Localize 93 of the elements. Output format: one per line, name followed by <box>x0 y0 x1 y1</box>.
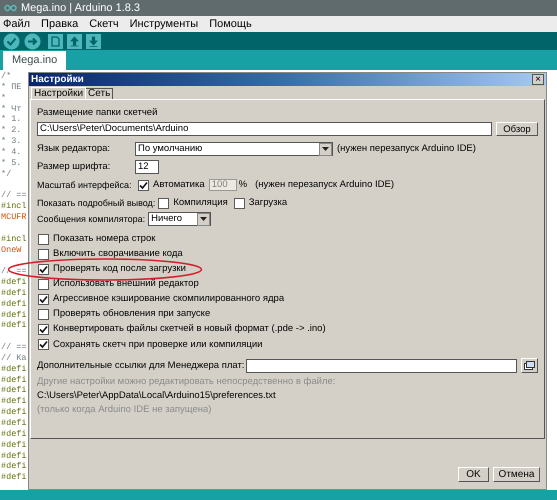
code-line: // == <box>1 190 27 202</box>
checkbox-label: Использовать внешний редактор <box>53 277 199 292</box>
code-line: #defi <box>1 396 27 408</box>
code-line: #defi <box>1 450 27 462</box>
menu-item[interactable]: Помощь <box>209 16 252 32</box>
code-line: #defi <box>1 364 27 375</box>
code-line: */ <box>1 168 12 180</box>
hint-text: Другие настройки можно редактировать непосредственно в файле: <box>37 376 336 388</box>
field-label: Дополнительные ссылки для Менеджера плат: <box>37 358 244 373</box>
menu-item[interactable]: Инструменты <box>130 16 198 32</box>
verify-icon[interactable] <box>3 32 20 50</box>
code-line: #defi <box>1 320 27 332</box>
code-line: * 5. <box>1 158 22 169</box>
code-line: #defi <box>1 428 27 440</box>
checkbox-label: Агрессивное кэширование скомпилированного ядра <box>53 292 284 306</box>
checkbox-label: Сохранять скетч при проверке или компиляции <box>53 338 262 352</box>
code-line: #defi <box>1 288 27 299</box>
checkbox[interactable] <box>234 198 245 209</box>
checkbox-label: Конвертировать файлы скетчей в новый формат (.pde -> .ino) <box>53 322 326 336</box>
browse-button[interactable]: Обзор <box>496 122 538 136</box>
code-line: * ПЕ <box>1 82 22 93</box>
checkbox-label: Автоматика <box>153 178 205 192</box>
dialog-tab[interactable]: Сеть <box>86 88 114 99</box>
warnings-dropdown[interactable]: Ничего <box>148 212 212 226</box>
code-line: #defi <box>1 461 27 472</box>
close-button[interactable]: × <box>532 74 544 85</box>
save-icon[interactable] <box>86 34 101 48</box>
upload-icon[interactable] <box>24 32 41 50</box>
restart-note: (нужен перезапуск Arduino IDE) <box>337 142 476 156</box>
edit-list-button[interactable] <box>521 358 538 374</box>
field-label: Размер шрифта: <box>37 160 112 174</box>
code-line: #defi <box>1 277 27 288</box>
checkbox[interactable] <box>38 294 49 305</box>
window-title: Mega.ino | Arduino 1.8.3 <box>21 0 140 16</box>
field-label: Показать подробный вывод: <box>37 196 156 210</box>
field-label: Масштаб интерфейса: <box>37 178 132 192</box>
code-line: * <box>1 92 6 104</box>
checkbox[interactable] <box>38 248 49 260</box>
checkbox[interactable] <box>38 324 49 336</box>
code-line: * 2. <box>1 125 22 136</box>
checkbox-label: Загрузка <box>248 196 288 210</box>
checkbox[interactable] <box>38 308 49 320</box>
checkbox-label: Компиляция <box>173 196 228 210</box>
dialog-title: Настройки <box>31 73 84 87</box>
dialog-button[interactable]: OK <box>458 467 489 482</box>
checkbox[interactable] <box>38 234 49 244</box>
hint-text: (только когда Arduino IDE не запущена) <box>37 404 212 416</box>
code-line: #defi <box>1 374 27 386</box>
restart-note: (нужен перезапуск Arduino IDE) <box>255 178 394 192</box>
code-line: // == <box>1 342 27 353</box>
arduino-logo-icon <box>4 4 17 12</box>
field-label: Размещение папки скетчей <box>37 106 158 120</box>
code-line: #defi <box>1 440 27 451</box>
code-line: * 1. <box>1 114 22 126</box>
checkbox-label: Включить сворачивание кода <box>53 246 183 261</box>
preferences-path: C:\Users\Peter\AppData\Local\Arduino15\preferences.txt <box>37 390 277 402</box>
checkbox-label: Проверять обновления при запуске <box>53 307 210 322</box>
code-line: #defi <box>1 407 27 418</box>
checkbox[interactable] <box>38 278 49 290</box>
checkbox[interactable] <box>38 339 49 350</box>
unit-label: % <box>238 178 248 192</box>
new-file-icon[interactable] <box>48 34 63 48</box>
code-line: MCUFR <box>1 212 27 223</box>
code-line: #defi <box>1 310 27 320</box>
dialog-button[interactable]: Отмена <box>493 467 540 482</box>
code-line: * 3. <box>1 136 22 147</box>
code-line: /* <box>1 71 12 82</box>
sketchbook-path-field[interactable]: C:\Users\Peter\Documents\Arduino <box>37 122 492 136</box>
checkbox-label: Проверять код после загрузки <box>53 262 186 276</box>
language-dropdown[interactable]: По умолчанию <box>135 142 333 156</box>
menu-item[interactable]: Файл <box>3 16 30 32</box>
code-line: #defi <box>1 298 27 310</box>
menu-item[interactable]: Скетч <box>89 16 119 32</box>
open-icon[interactable] <box>67 34 82 48</box>
code-line: * Чт <box>1 104 22 114</box>
code-line: * 4. <box>1 146 22 158</box>
code-line: #incl <box>1 234 27 244</box>
checkbox[interactable] <box>38 264 49 275</box>
font-size-field[interactable]: 12 <box>135 160 159 174</box>
field-label: Язык редактора: <box>37 142 112 156</box>
code-line: OneW <box>1 244 22 256</box>
checkbox-label: Показать номера строк <box>53 232 156 246</box>
dialog-tab[interactable]: Настройки <box>31 87 86 99</box>
field-label: Сообщения компилятора: <box>37 212 146 226</box>
file-tab[interactable]: Mega.ino <box>3 51 66 70</box>
checkbox[interactable] <box>158 198 170 209</box>
code-line: #defi <box>1 472 27 484</box>
code-line: // Ка <box>1 352 27 364</box>
code-line: #incl <box>1 201 27 212</box>
code-line: #defi <box>1 385 27 396</box>
code-line: #defi <box>1 418 27 429</box>
board-urls-field[interactable] <box>246 358 517 373</box>
menu-item[interactable]: Правка <box>41 16 78 32</box>
